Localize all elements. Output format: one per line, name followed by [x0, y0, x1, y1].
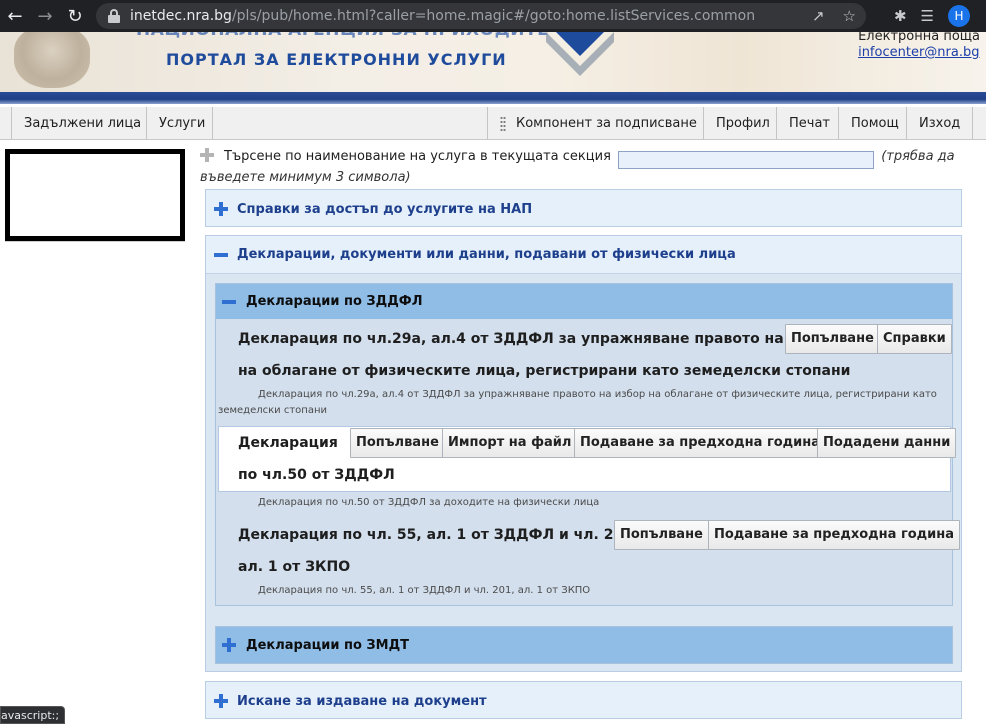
service-description: Декларация по чл.50 от ЗДДФЛ за доходите…	[258, 497, 600, 508]
expand-plus-icon[interactable]	[222, 638, 236, 652]
address-url[interactable]: inetdec.nra.bg/pls/pub/home.html?caller=…	[130, 8, 755, 24]
service-title: на облагане от физическите лица, регистр…	[238, 363, 851, 379]
contact-email-link[interactable]: infocenter@nra.bg	[858, 45, 979, 60]
expand-plus-icon[interactable]	[214, 202, 228, 216]
import-file-button[interactable]: Импорт на файл	[442, 428, 578, 458]
service-description: Декларация по чл. 55, ал. 1 от ЗДДФЛ и ч…	[258, 585, 591, 596]
service-title: Декларация	[238, 435, 338, 451]
menu-help[interactable]: Помощ	[838, 107, 911, 140]
section-document-request[interactable]: Искане за издаване на документ	[205, 681, 962, 719]
collapse-minus-icon[interactable]	[214, 248, 228, 262]
section-declarations-title[interactable]: Декларации, документи или данни, подаван…	[237, 247, 736, 262]
menu-print[interactable]: Печат	[776, 107, 842, 140]
nra-chevron-logo	[546, 32, 614, 76]
contact-label: Електронна поща	[858, 32, 980, 44]
media-queue-icon[interactable]: ☰	[921, 7, 934, 25]
main-menu: Задължени лица Услуги Компонент за подпи…	[0, 107, 986, 140]
lock-icon[interactable]	[108, 9, 120, 23]
service-description: земеделски стопани	[218, 405, 327, 416]
grip-icon	[500, 115, 506, 132]
contact-info: Електронна поща infocenter@nra.bg	[858, 32, 980, 61]
fill-button[interactable]: Попълване	[614, 520, 709, 550]
site-banner: НАЦИОНАЛНА АГЕНЦИЯ ЗА ПРИХОДИТЕ ПОРТАЛ З…	[0, 32, 986, 92]
search-input[interactable]	[618, 151, 875, 169]
expand-plus-icon[interactable]	[214, 694, 228, 708]
service-item: Декларация по чл.29а, ал.4 от ЗДДФЛ за у…	[216, 320, 952, 424]
service-title: Декларация по чл. 55, ал. 1 от ЗДДФЛ и ч…	[238, 527, 639, 543]
forward-icon[interactable]: →	[30, 0, 60, 32]
service-title: по чл.50 от ЗДДФЛ	[238, 467, 395, 483]
menu-profile[interactable]: Профил	[703, 107, 782, 140]
reload-icon[interactable]: ↻	[60, 0, 90, 32]
service-description: Декларация по чл.29а, ал.4 от ЗДДФЛ за у…	[258, 389, 937, 400]
service-item: Декларация по чл.50 от ЗДДФЛ Попълване И…	[216, 426, 957, 514]
search-label: Търсене по наименование на услуга в теку…	[224, 149, 611, 164]
menu-services[interactable]: Услуги	[146, 107, 217, 140]
coat-of-arms-logo	[14, 32, 90, 88]
section-declarations-individuals: Декларации, документи или данни, подаван…	[205, 235, 962, 672]
section-access[interactable]: Справки за достъп до услугите на НАП	[205, 189, 962, 227]
link-status-tooltip: avascript:;	[0, 706, 66, 724]
subsection-zddfl-title[interactable]: Декларации по ЗДДФЛ	[246, 294, 423, 309]
bookmark-star-icon[interactable]: ☆	[843, 7, 856, 25]
agency-name: НАЦИОНАЛНА АГЕНЦИЯ ЗА ПРИХОДИТЕ	[136, 32, 549, 40]
side-image-box	[5, 149, 185, 241]
service-title: Декларация по чл.29а, ал.4 от ЗДДФЛ за у…	[238, 331, 836, 347]
share-icon[interactable]: ↗	[812, 7, 825, 25]
service-search: Търсене по наименование на услуга в теку…	[200, 148, 970, 186]
service-item: Декларация по чл. 55, ал. 1 от ЗДДФЛ и ч…	[216, 516, 961, 606]
subsection-zddfl: Декларации по ЗДДФЛ Декларация по чл.29а…	[215, 283, 961, 606]
previous-year-button[interactable]: Подаване за предходна година	[708, 520, 961, 550]
collapse-minus-icon[interactable]	[222, 295, 236, 309]
subsection-zmdt[interactable]: Декларации по ЗМДТ	[215, 626, 953, 664]
reports-button[interactable]: Справки	[877, 324, 952, 354]
menu-signing-component[interactable]: Компонент за подписване	[487, 107, 709, 140]
submitted-data-button[interactable]: Подадени данни	[817, 428, 957, 458]
profile-avatar[interactable]: H	[948, 5, 970, 27]
back-icon[interactable]: ←	[0, 0, 30, 32]
address-bar[interactable]: inetdec.nra.bg/pls/pub/home.html?caller=…	[96, 3, 866, 29]
previous-year-button[interactable]: Подаване за предходна година	[574, 428, 827, 458]
fill-button[interactable]: Попълване	[350, 428, 445, 458]
menu-obligated[interactable]: Задължени лица	[11, 107, 153, 140]
subsection-zmdt-title[interactable]: Декларации по ЗМДТ	[246, 638, 409, 653]
portal-title: ПОРТАЛ ЗА ЕЛЕКТРОННИ УСЛУГИ	[166, 50, 507, 69]
menu-exit[interactable]: Изход	[906, 107, 974, 140]
plus-icon	[200, 148, 214, 162]
side-divider	[5, 241, 185, 242]
fill-button[interactable]: Попълване	[785, 324, 880, 354]
section-access-title[interactable]: Справки за достъп до услугите на НАП	[237, 202, 532, 217]
banner-divider	[0, 92, 986, 104]
menu-divider	[212, 107, 213, 140]
extensions-icon[interactable]: ✱	[894, 7, 907, 25]
section-document-request-title[interactable]: Искане за издаване на документ	[237, 694, 487, 709]
service-title: ал. 1 от ЗКПО	[238, 559, 351, 575]
